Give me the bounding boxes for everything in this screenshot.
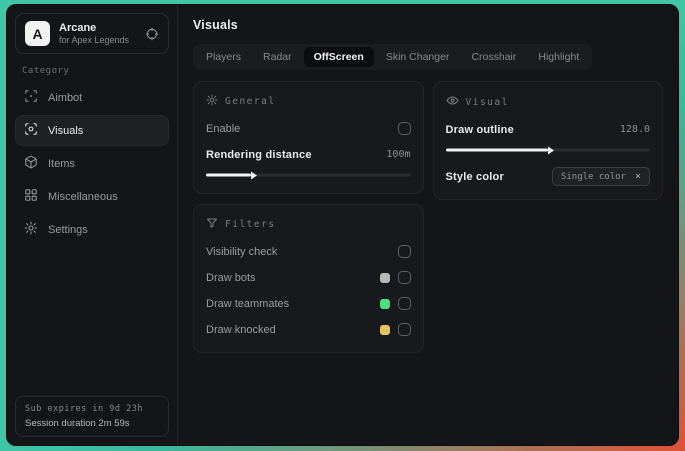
visibility-check-row: Visibility check [206,241,411,262]
app-name: Arcane [59,22,97,34]
draw-outline-slider[interactable] [445,144,650,156]
funnel-icon [206,217,218,232]
visuals-tab-bar: Players Radar OffScreen Skin Changer Cro… [193,44,593,70]
app-identity: Arcane for Apex Legends [59,22,129,45]
sidebar-item-label: Items [48,157,75,170]
clear-icon[interactable]: × [635,171,641,182]
sidebar-item-label: Visuals [48,124,84,137]
rendering-distance-value: 100m [386,149,411,160]
eye-icon [445,94,459,110]
sidebar-item-label: Miscellaneous [48,190,118,203]
visibility-check-checkbox[interactable] [397,245,411,258]
enable-checkbox[interactable] [397,122,411,135]
left-column: General Enable Rendering distance 100m F… [193,81,424,353]
gear-icon [24,221,38,238]
style-color-value: Single color [560,171,626,182]
filters-panel: Filters Visibility check Draw bots Draw … [193,204,424,353]
general-panel-header: General [206,92,411,109]
general-panel-title: General [225,96,276,107]
visual-panel: Visual Draw outline 128.0 Style color Si… [432,81,663,200]
style-color-label: Style color [445,170,504,183]
sidebar-item-label: Settings [48,223,88,236]
draw-outline-row: Draw outline 128.0 [446,119,651,140]
sidebar-item-visuals[interactable]: Visuals [15,115,169,146]
rendering-distance-label: Rendering distance [206,148,312,161]
draw-bots-label: Draw bots [206,271,256,284]
desktop-background: A Arcane for Apex Legends Category Aimbo… [0,0,685,451]
sun-gear-icon [206,94,218,109]
tab-skin-changer[interactable]: Skin Changer [376,47,460,67]
draw-teammates-label: Draw teammates [206,297,290,310]
style-color-row: Style color Single color × [445,166,650,187]
sidebar-item-label: Aimbot [48,91,83,104]
visual-panel-header: Visual [445,92,651,110]
visual-panel-title: Visual [465,96,509,108]
draw-knocked-color-swatch[interactable] [379,324,390,335]
tab-radar[interactable]: Radar [253,47,302,67]
package-icon [24,155,38,172]
draw-knocked-checkbox[interactable] [397,323,411,336]
sidebar: A Arcane for Apex Legends Category Aimbo… [7,5,178,445]
draw-teammates-checkbox[interactable] [397,297,411,310]
right-column: Visual Draw outline 128.0 Style color Si… [432,81,663,200]
page-title: Visuals [193,18,238,32]
app-subtitle: for Apex Legends [59,35,130,45]
enable-row: Enable [206,118,411,139]
layout-grid-icon [24,188,38,205]
style-color-select[interactable]: Single color × [551,167,650,186]
general-panel: General Enable Rendering distance 100m [193,81,424,194]
draw-teammates-controls [379,297,411,310]
draw-teammates-row: Draw teammates [206,293,411,314]
draw-bots-checkbox[interactable] [397,271,411,284]
draw-outline-label: Draw outline [445,123,514,136]
category-label: Category [22,66,70,76]
app-logo: A [25,21,50,46]
app-logo-card: A Arcane for Apex Legends [15,13,169,54]
filters-panel-header: Filters [206,215,411,232]
draw-knocked-row: Draw knocked [206,319,411,340]
slider-fill [206,173,251,177]
draw-bots-row: Draw bots [206,267,411,288]
sidebar-item-miscellaneous[interactable]: Miscellaneous [15,181,169,212]
filters-panel-title: Filters [225,219,276,230]
subscription-info-card: Sub expires in 9d 23h Session duration 2… [15,396,169,437]
sidebar-item-aimbot[interactable]: Aimbot [15,82,169,113]
tab-crosshair[interactable]: Crosshair [461,47,526,67]
main-content: Visuals Players Radar OffScreen Skin Cha… [178,5,678,445]
rendering-distance-row: Rendering distance 100m [206,144,411,165]
visibility-check-label: Visibility check [206,245,278,258]
draw-bots-controls [379,271,411,284]
tab-players[interactable]: Players [196,47,251,67]
draw-knocked-controls [379,323,411,336]
enable-label: Enable [206,122,241,135]
sidebar-item-settings[interactable]: Settings [15,214,169,245]
eye-scan-icon [24,122,38,139]
session-duration-text: Session duration 2m 59s [25,418,130,429]
rendering-distance-slider[interactable] [206,169,411,181]
tab-highlight[interactable]: Highlight [528,47,589,67]
sidebar-item-items[interactable]: Items [15,148,169,179]
tab-offscreen[interactable]: OffScreen [303,47,374,67]
sub-expires-text: Sub expires in 9d 23h [25,404,143,414]
crosshair-scan-icon [24,89,38,106]
app-window: A Arcane for Apex Legends Category Aimbo… [6,4,679,446]
panels-grid: General Enable Rendering distance 100m F… [193,81,663,353]
crosshair-icon[interactable] [145,27,159,41]
slider-fill [445,148,548,152]
draw-bots-color-swatch[interactable] [379,272,390,283]
draw-teammates-color-swatch[interactable] [379,298,390,309]
draw-outline-value: 128.0 [619,124,650,135]
draw-knocked-label: Draw knocked [206,323,276,336]
